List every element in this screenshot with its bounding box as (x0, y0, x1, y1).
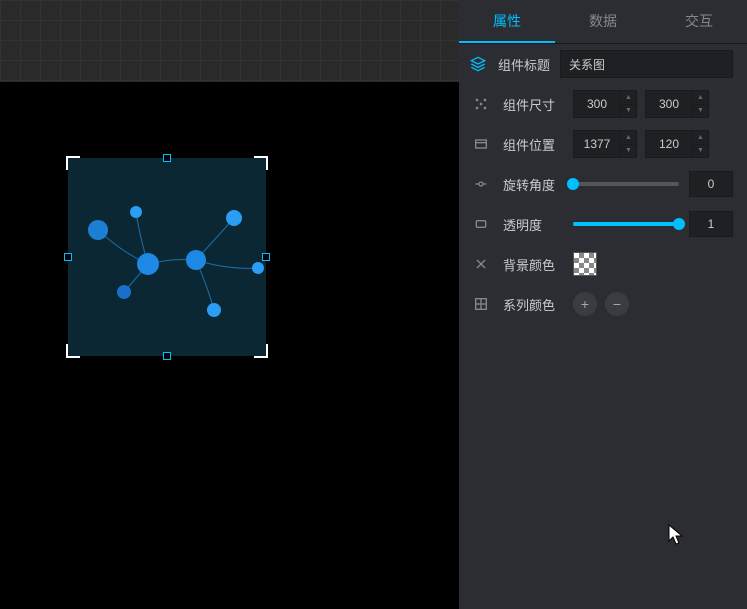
properties-panel: 属性 数据 交互 组件标题 组件尺寸 300 ▲▼ (459, 0, 747, 609)
step-down-icon[interactable]: ▼ (621, 105, 636, 118)
step-up-icon[interactable]: ▲ (693, 91, 708, 105)
step-up-icon[interactable]: ▲ (621, 131, 636, 145)
height-input[interactable]: 300 ▲▼ (645, 90, 709, 118)
resize-handle[interactable] (64, 253, 72, 261)
tab-interact[interactable]: 交互 (651, 0, 747, 43)
rotation-slider[interactable] (573, 182, 679, 186)
label-title: 组件标题 (498, 55, 560, 74)
label-opacity: 透明度 (503, 215, 573, 234)
label-size: 组件尺寸 (503, 95, 573, 114)
opacity-value[interactable]: 1 (689, 211, 733, 237)
step-down-icon[interactable]: ▼ (621, 145, 636, 158)
selection-corner[interactable] (254, 344, 268, 358)
row-title: 组件标题 (459, 44, 747, 84)
row-size: 组件尺寸 300 ▲▼ 300 ▲▼ (459, 84, 747, 124)
remove-series-color-button[interactable]: − (605, 292, 629, 316)
panel-tabs: 属性 数据 交互 (459, 0, 747, 44)
row-position: 组件位置 1377 ▲▼ 120 ▲▼ (459, 124, 747, 164)
relation-graph-preview (68, 158, 266, 356)
step-up-icon[interactable]: ▲ (621, 91, 636, 105)
opacity-slider[interactable] (573, 222, 679, 226)
title-input[interactable] (560, 50, 733, 78)
layers-icon (459, 56, 498, 72)
canvas-area[interactable] (0, 0, 459, 609)
grid-icon (459, 296, 503, 312)
resize-handle[interactable] (163, 154, 171, 162)
step-up-icon[interactable]: ▲ (693, 131, 708, 145)
resize-handle[interactable] (262, 253, 270, 261)
y-input[interactable]: 120 ▲▼ (645, 130, 709, 158)
position-icon (459, 136, 503, 152)
row-opacity: 透明度 1 (459, 204, 747, 244)
rotation-value[interactable]: 0 (689, 171, 733, 197)
step-down-icon[interactable]: ▼ (693, 105, 708, 118)
nodes-icon (459, 96, 503, 112)
resize-handle[interactable] (163, 352, 171, 360)
selection-corner[interactable] (66, 156, 80, 170)
bgcolor-swatch[interactable] (573, 252, 597, 276)
label-position: 组件位置 (503, 135, 573, 154)
step-down-icon[interactable]: ▼ (693, 145, 708, 158)
row-rotation: 旋转角度 0 (459, 164, 747, 204)
row-bgcolor: 背景颜色 (459, 244, 747, 284)
selection-corner[interactable] (66, 344, 80, 358)
slider-thumb[interactable] (673, 218, 685, 230)
selection-corner[interactable] (254, 156, 268, 170)
row-series-color: 系列颜色 + − (459, 284, 747, 324)
properties-list: 组件标题 组件尺寸 300 ▲▼ 300 ▲▼ (459, 44, 747, 609)
rotate-icon (459, 176, 503, 192)
tab-data[interactable]: 数据 (555, 0, 651, 43)
label-series-color: 系列颜色 (503, 295, 573, 314)
x-input[interactable]: 1377 ▲▼ (573, 130, 637, 158)
slider-thumb[interactable] (567, 178, 579, 190)
label-rotation: 旋转角度 (503, 175, 573, 194)
selected-component[interactable] (68, 158, 266, 356)
tab-attributes[interactable]: 属性 (459, 0, 555, 43)
tools-icon (459, 256, 503, 272)
label-bgcolor: 背景颜色 (503, 255, 573, 274)
add-series-color-button[interactable]: + (573, 292, 597, 316)
opacity-icon (459, 216, 503, 232)
width-input[interactable]: 300 ▲▼ (573, 90, 637, 118)
